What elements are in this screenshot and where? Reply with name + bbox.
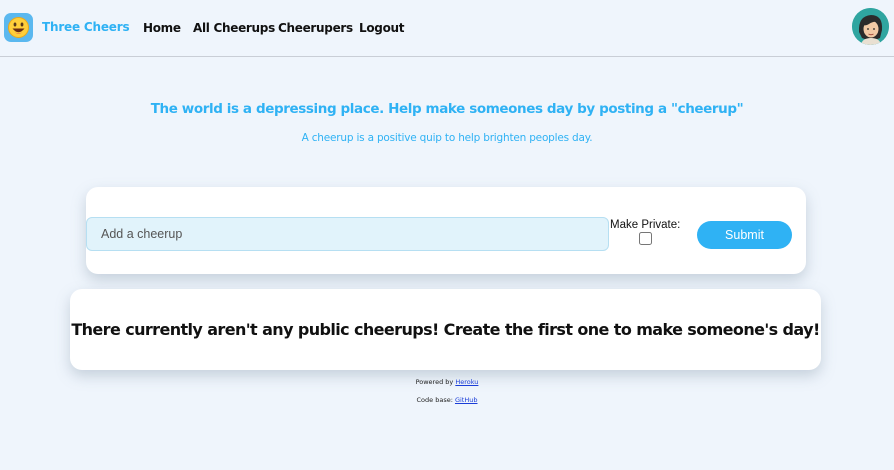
make-private-checkbox[interactable] xyxy=(639,232,652,245)
page-headline: The world is a depressing place. Help ma… xyxy=(150,101,744,117)
nav-link-logout[interactable]: Logout xyxy=(359,21,405,35)
page-subheadline: A cheerup is a positive quip to help bri… xyxy=(301,132,593,144)
submit-button[interactable]: Submit xyxy=(697,221,792,249)
smiley-face-icon[interactable] xyxy=(4,13,33,42)
user-avatar[interactable] xyxy=(852,8,889,45)
footer-code-prefix: Code base: xyxy=(416,396,455,404)
brand-name[interactable]: Three Cheers xyxy=(42,20,130,34)
nav-link-cheerupers[interactable]: Cheerupers xyxy=(278,21,353,35)
github-link[interactable]: GitHub xyxy=(455,396,478,404)
make-private-label: Make Private: xyxy=(610,219,681,231)
footer-powered-prefix: Powered by xyxy=(415,378,456,386)
navbar: Three Cheers Home All Cheerups Cheeruper… xyxy=(0,0,894,57)
nav-link-all-cheerups[interactable]: All Cheerups xyxy=(193,21,275,35)
empty-feed-message: There currently aren't any public cheeru… xyxy=(71,320,820,339)
footer-powered-by: Powered by Heroku xyxy=(0,378,894,386)
heroku-link[interactable]: Heroku xyxy=(455,378,478,386)
footer-code-base: Code base: GitHub xyxy=(0,396,894,404)
cheerup-input[interactable] xyxy=(86,217,609,251)
nav-link-home[interactable]: Home xyxy=(143,21,181,35)
